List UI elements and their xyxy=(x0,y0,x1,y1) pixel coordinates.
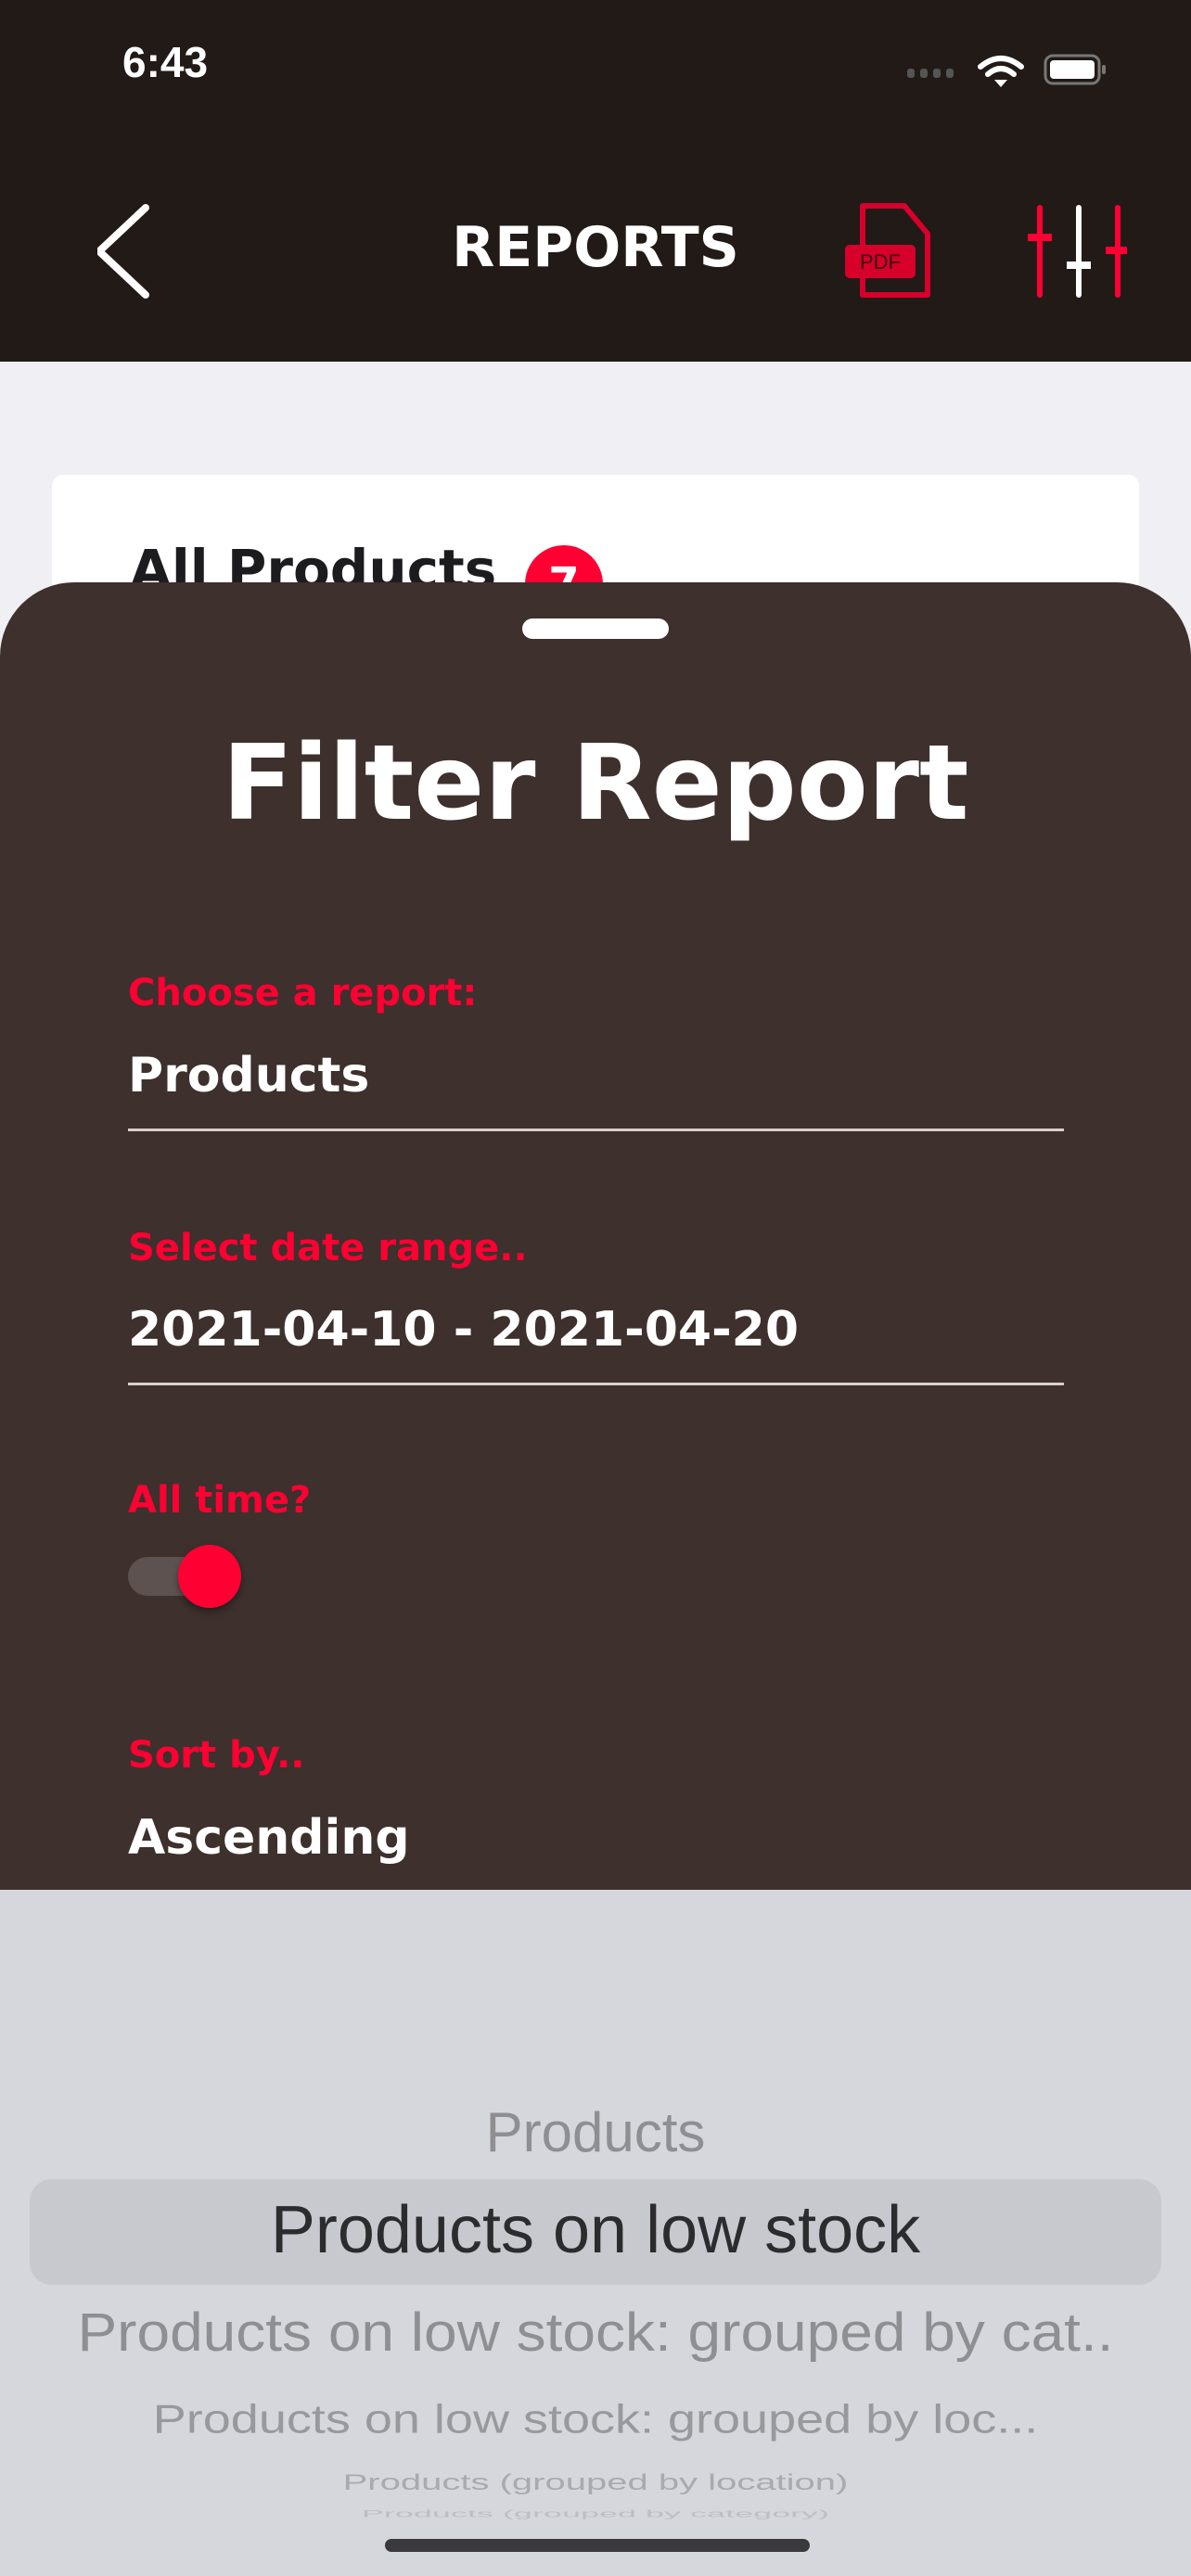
sort-label: Sort by.. xyxy=(128,1734,305,1777)
picker-option[interactable]: Products (grouped by category) xyxy=(0,2508,1191,2520)
toggle-knob[interactable] xyxy=(178,1545,241,1608)
battery-icon xyxy=(1044,54,1106,85)
report-label: Choose a report: xyxy=(128,972,478,1014)
report-select[interactable]: Products xyxy=(128,1048,369,1103)
divider xyxy=(128,1129,1064,1131)
picker-option[interactable]: Products (grouped by location) xyxy=(0,2470,1191,2495)
sort-select[interactable]: Ascending xyxy=(128,1810,410,1866)
page-title: REPORTS xyxy=(452,215,739,280)
wifi-icon xyxy=(978,56,1024,77)
picker-option[interactable]: Products xyxy=(0,2100,1191,2164)
picker-option[interactable]: Products on low stock: grouped by loc... xyxy=(0,2396,1191,2442)
date-range-label: Select date range.. xyxy=(128,1227,528,1269)
picker-option-selected[interactable]: Products on low stock xyxy=(0,2192,1191,2268)
filter-sliders-icon[interactable] xyxy=(1025,202,1127,302)
picker-option[interactable]: Products on low stock: grouped by cat.. xyxy=(0,2301,1191,2364)
status-icons xyxy=(907,54,1106,87)
divider xyxy=(128,1383,1064,1385)
sheet-title: Filter Report xyxy=(222,723,969,844)
all-time-label: All time? xyxy=(128,1479,312,1522)
svg-text:PDF: PDF xyxy=(860,250,901,274)
home-indicator xyxy=(385,2539,810,2552)
date-range-field[interactable]: 2021-04-10 - 2021-04-20 xyxy=(128,1302,799,1358)
pdf-export-icon[interactable]: PDF xyxy=(839,202,932,302)
cellular-signal-icon xyxy=(907,69,954,78)
status-time: 6:43 xyxy=(122,38,209,86)
sheet-drag-handle[interactable] xyxy=(522,618,669,639)
